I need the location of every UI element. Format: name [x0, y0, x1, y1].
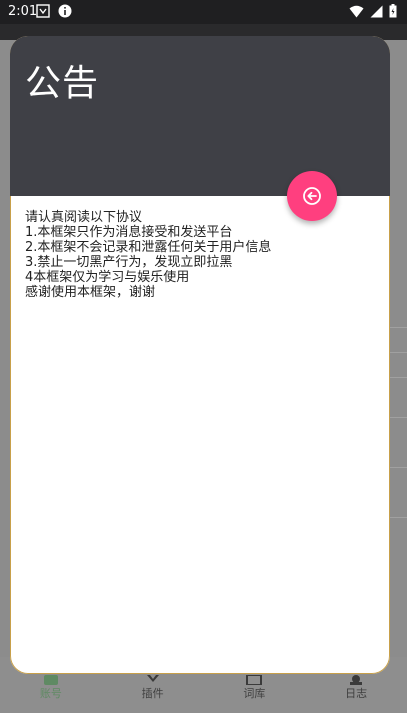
back-arrow-icon — [302, 186, 322, 206]
agreement-line: 3.禁止一切黑产行为，发现立即拉黑 — [25, 255, 233, 270]
status-bar: 2:01 — [0, 0, 407, 24]
nav-label: 插件 — [141, 687, 164, 700]
announcement-dialog: 公告 请认真阅读以下协议 1.本框架只作为消息接受和发送平台 2.本框架不会记录… — [10, 36, 390, 674]
list-divider — [387, 327, 407, 328]
dialog-body: 请认真阅读以下协议 1.本框架只作为消息接受和发送平台 2.本框架不会记录和泄露… — [25, 210, 375, 300]
notification-icon — [36, 4, 50, 18]
status-right-icons — [349, 4, 397, 18]
nav-label: 日志 — [345, 687, 368, 700]
dialog-header: 公告 — [10, 36, 390, 196]
wifi-icon — [349, 5, 364, 18]
list-divider — [387, 352, 407, 353]
log-icon — [347, 675, 365, 685]
plugin-icon — [144, 675, 162, 685]
agreement-line: 4本框架仅为学习与娱乐使用 — [25, 270, 190, 285]
account-icon — [42, 675, 60, 685]
info-icon — [58, 4, 72, 18]
nav-label: 账号 — [39, 687, 62, 700]
dialog-title: 公告 — [25, 63, 100, 104]
battery-icon — [389, 4, 397, 18]
back-button[interactable] — [287, 171, 337, 221]
list-divider — [387, 377, 407, 378]
agreement-line: 2.本框架不会记录和泄露任何关于用户信息 — [25, 240, 272, 255]
agreement-line: 1.本框架只作为消息接受和发送平台 — [25, 225, 233, 240]
list-divider — [387, 417, 407, 418]
status-time: 2:01 — [8, 4, 38, 19]
library-icon — [245, 675, 263, 685]
list-divider — [387, 467, 407, 468]
list-divider — [387, 517, 407, 518]
nav-label: 词库 — [243, 687, 266, 700]
status-left-icons — [36, 4, 72, 18]
agreement-line: 感谢使用本框架，谢谢 — [25, 285, 156, 300]
signal-icon — [370, 5, 383, 18]
